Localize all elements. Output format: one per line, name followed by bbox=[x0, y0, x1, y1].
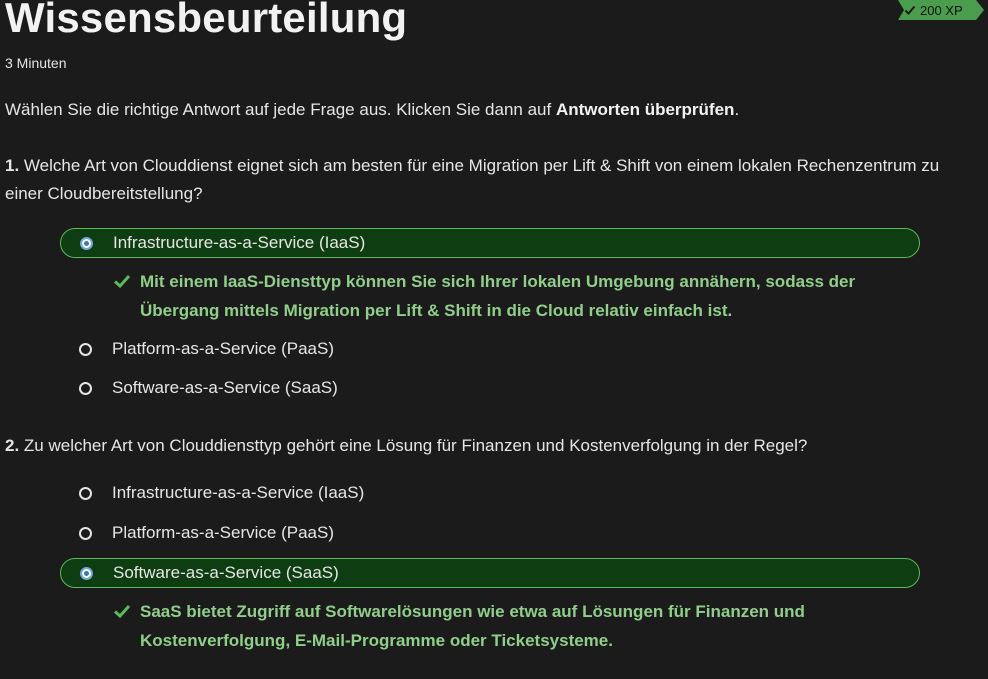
question-text: Welche Art von Clouddienst eignet sich a… bbox=[5, 156, 940, 203]
duration-label: 3 Minuten bbox=[5, 55, 67, 71]
q1-option-saas[interactable]: Software-as-a-Service (SaaS) bbox=[60, 373, 920, 403]
option-label: Platform-as-a-Service (PaaS) bbox=[112, 523, 335, 542]
q1-option-paas[interactable]: Platform-as-a-Service (PaaS) bbox=[60, 334, 920, 364]
page-title: Wissensbeurteilung bbox=[5, 0, 408, 41]
xp-badge: 200 XP bbox=[898, 0, 984, 20]
instructions-bold: Antworten überprüfen bbox=[555, 100, 735, 119]
question-1: 1. Welche Art von Clouddienst eignet sic… bbox=[5, 152, 980, 208]
option-label: Infrastructure-as-a-Service (IaaS) bbox=[113, 233, 366, 252]
question-text: Zu welcher Art von Clouddiensttyp gehört… bbox=[19, 436, 808, 455]
option-label: Software-as-a-Service (SaaS) bbox=[113, 563, 339, 582]
q1-option-iaas[interactable]: Infrastructure-as-a-Service (IaaS) bbox=[60, 228, 920, 258]
q2-option-paas[interactable]: Platform-as-a-Service (PaaS) bbox=[60, 518, 920, 548]
checkmark-icon bbox=[113, 274, 131, 289]
feedback-text: Mit einem IaaS-Diensttyp können Sie sich… bbox=[140, 272, 856, 320]
xp-label: 200 XP bbox=[920, 2, 963, 18]
q2-option-saas[interactable]: Software-as-a-Service (SaaS) bbox=[60, 558, 920, 588]
q2-feedback: SaaS bietet Zugriff auf Softwarelösungen… bbox=[113, 597, 873, 655]
q2-option-iaas[interactable]: Infrastructure-as-a-Service (IaaS) bbox=[60, 478, 920, 508]
question-number: 2. bbox=[5, 436, 20, 455]
radio-icon[interactable] bbox=[79, 526, 92, 540]
q1-feedback: Mit einem IaaS-Diensttyp können Sie sich… bbox=[113, 267, 873, 325]
radio-icon[interactable] bbox=[79, 381, 92, 395]
instructions-end: . bbox=[734, 100, 740, 119]
checkmark-icon bbox=[904, 4, 916, 16]
option-label: Platform-as-a-Service (PaaS) bbox=[112, 339, 335, 358]
instructions: Wählen Sie die richtige Antwort auf jede… bbox=[5, 100, 739, 120]
instructions-text: Wählen Sie die richtige Antwort auf jede… bbox=[5, 100, 556, 119]
radio-icon[interactable] bbox=[79, 342, 92, 356]
option-label: Infrastructure-as-a-Service (IaaS) bbox=[112, 483, 365, 502]
radio-icon[interactable] bbox=[79, 486, 92, 500]
radio-selected-icon[interactable] bbox=[80, 236, 93, 250]
question-number: 1. bbox=[5, 156, 20, 175]
checkmark-icon bbox=[113, 604, 131, 619]
radio-selected-icon[interactable] bbox=[80, 566, 93, 580]
option-label: Software-as-a-Service (SaaS) bbox=[112, 378, 338, 397]
feedback-text: SaaS bietet Zugriff auf Softwarelösungen… bbox=[140, 602, 805, 650]
question-2: 2. Zu welcher Art von Clouddiensttyp geh… bbox=[5, 432, 980, 460]
